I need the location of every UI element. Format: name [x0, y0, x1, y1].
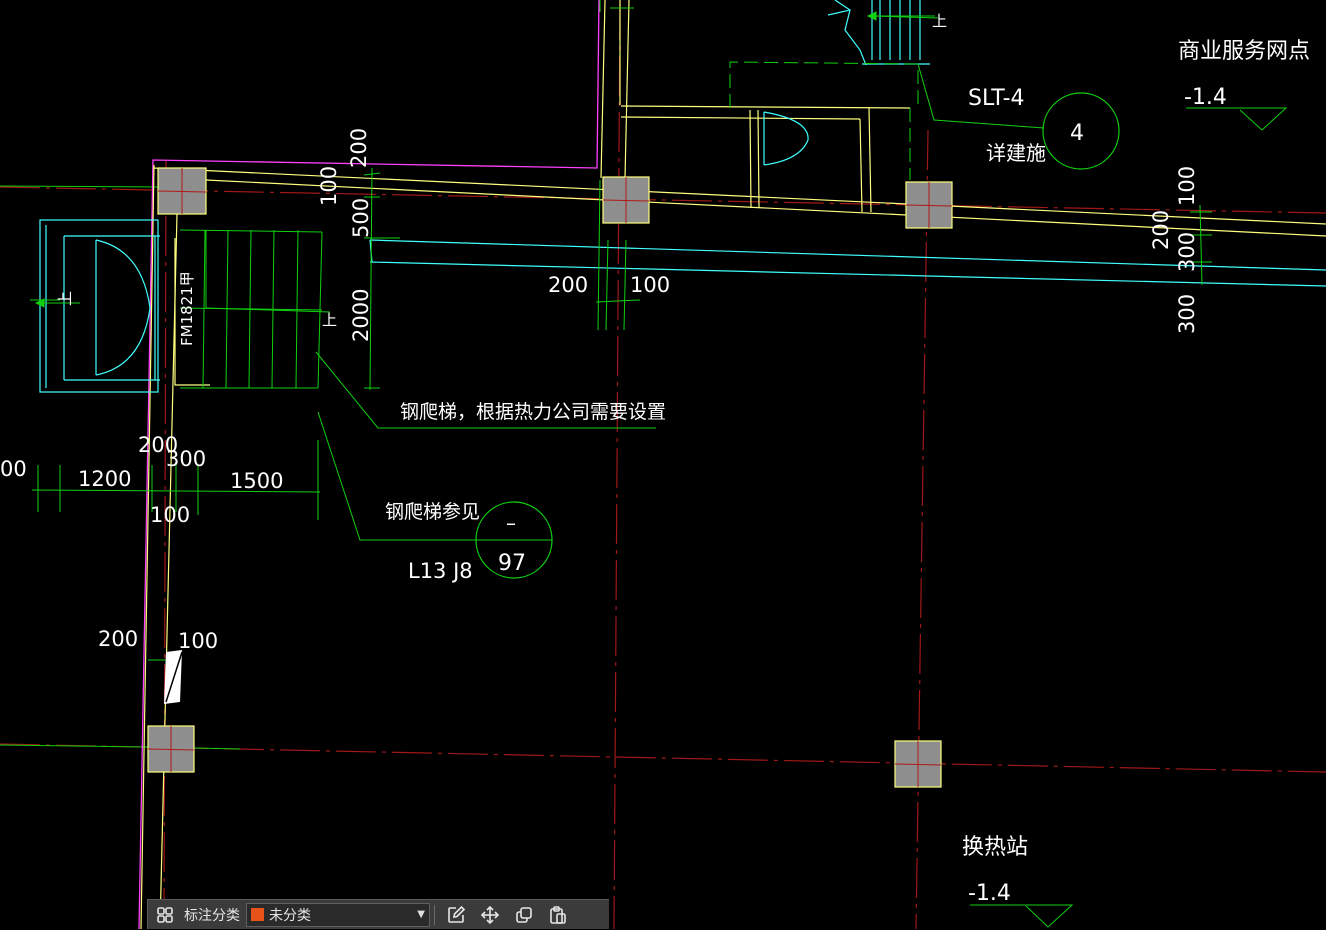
dim-300-left: 300 [166, 447, 206, 471]
dim-1200: 1200 [78, 467, 131, 491]
paste-icon [550, 905, 566, 924]
cad-texts: 商业服务网点 -1.4 换热站 -1.4 SLT-4 4 详建施 钢爬梯，根据热… [0, 12, 1310, 906]
dim-1500: 1500 [230, 469, 283, 493]
elevation-heat-station: -1.4 [968, 881, 1011, 906]
edit-button[interactable] [439, 900, 473, 930]
dim-200-right: 200 [1149, 210, 1173, 250]
note-ladder-setup: 钢爬梯，根据热力公司需要设置 [400, 401, 666, 423]
dim-200-vertical-top: 200 [347, 128, 371, 168]
ladder-ref-top: – [506, 511, 516, 535]
section-ref-number: 4 [1070, 121, 1084, 146]
stair-up-label: 上 [322, 311, 337, 329]
stair-up-label-top: 上 [932, 12, 947, 30]
move-button[interactable] [473, 900, 507, 930]
note-ladder-ref: 钢爬梯参见 [385, 501, 480, 523]
yellow-walls [140, 0, 1326, 929]
category-label: 标注分类 [184, 907, 240, 924]
dim-500-vertical: 500 [349, 198, 373, 238]
copy-icon [516, 906, 532, 923]
category-color-swatch [251, 908, 264, 921]
dim-00-edge: 00 [0, 457, 27, 481]
cyan-walls [39, 0, 1326, 393]
category-selected-value: 未分类 [269, 907, 311, 924]
copy-button[interactable] [507, 900, 541, 930]
dim-2000-vertical: 2000 [349, 289, 373, 342]
dim-100-right: 100 [1175, 166, 1199, 206]
dim-100-low: 100 [178, 629, 218, 653]
elevation-commercial: -1.4 [1184, 85, 1227, 110]
section-ref-note: 详建施 [986, 141, 1046, 165]
category-dropdown[interactable]: 未分类 ▼ [246, 902, 430, 927]
toolbar-divider [434, 904, 435, 925]
door-tag: FM1821甲 [178, 271, 196, 346]
dim-300-right-b: 300 [1175, 294, 1199, 334]
paste-button[interactable] [541, 900, 575, 930]
stair-up-label-left: 上 [56, 291, 74, 306]
move-icon [480, 905, 500, 924]
dim-200-low: 200 [98, 627, 138, 651]
dim-300-right-a: 300 [1175, 232, 1199, 272]
annotation-toolbar: 标注分类 未分类 ▼ [147, 899, 609, 929]
grid-menu-button[interactable] [148, 900, 182, 930]
dimension-lines [31, 0, 1212, 661]
room-name-commercial: 商业服务网点 [1178, 39, 1310, 64]
ladder-ref-atlas: L13 J8 [408, 559, 473, 583]
grid-icon [157, 906, 173, 923]
caret-down-icon: ▼ [417, 909, 425, 920]
dim-200-mid: 200 [548, 273, 588, 297]
stair-up-arrows [34, 11, 939, 313]
dim-100-left: 100 [150, 503, 190, 527]
ladder-symbol [164, 650, 183, 704]
cad-drawing-canvas[interactable]: 商业服务网点 -1.4 换热站 -1.4 SLT-4 4 详建施 钢爬梯，根据热… [0, 0, 1326, 929]
leader-lines [30, 15, 1288, 928]
dim-100-mid: 100 [630, 273, 670, 297]
room-name-heat-station: 换热站 [962, 835, 1028, 860]
ladder-ref-page: 97 [498, 551, 526, 576]
section-ref-label: SLT-4 [968, 86, 1025, 111]
dim-100-vertical-top: 100 [317, 166, 341, 206]
edit-icon [448, 905, 466, 923]
